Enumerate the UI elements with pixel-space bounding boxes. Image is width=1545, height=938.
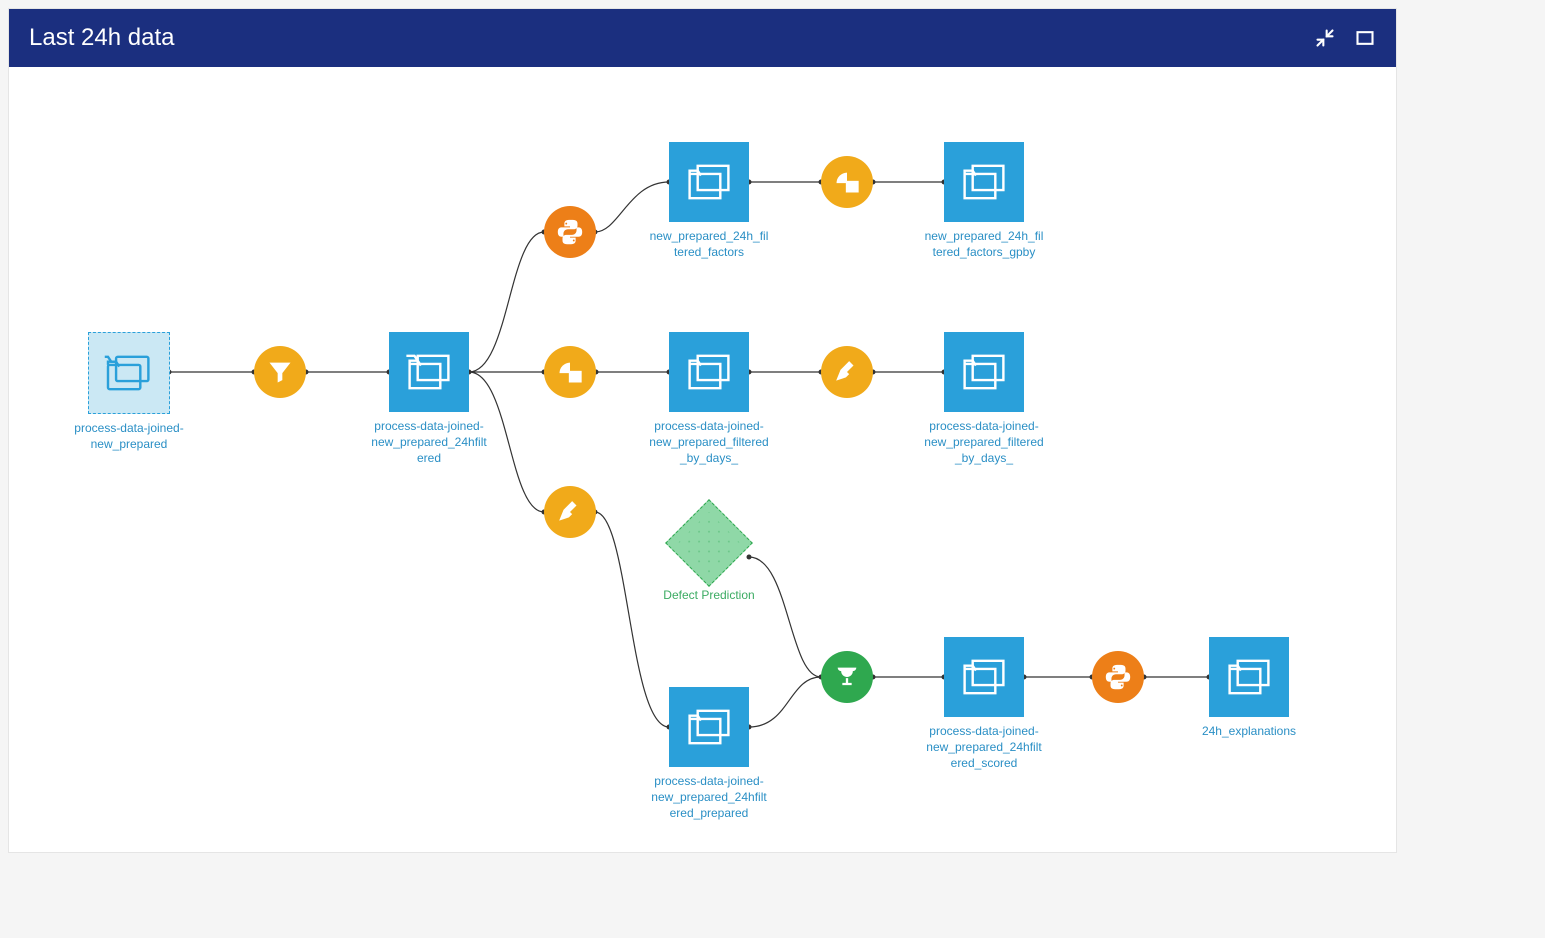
- recipe-group-1[interactable]: [821, 156, 873, 208]
- folder-icon: [669, 142, 749, 222]
- model-defect-prediction[interactable]: Defect Prediction: [649, 512, 769, 602]
- model-label: Defect Prediction: [663, 588, 754, 602]
- dataset-label: process-data-joined-new_prepared_24hfilt…: [924, 723, 1044, 772]
- recipe-group-2[interactable]: [544, 346, 596, 398]
- dataset-filtered-factors-gpby[interactable]: new_prepared_24h_filtered_factors_gpby: [924, 142, 1044, 260]
- folder-icon: [389, 332, 469, 412]
- folder-icon: [944, 637, 1024, 717]
- trophy-icon: [833, 663, 861, 691]
- titlebar-controls: [1314, 27, 1376, 49]
- group-icon: [833, 168, 861, 196]
- recipe-score[interactable]: [821, 651, 873, 703]
- maximize-icon[interactable]: [1354, 27, 1376, 49]
- recipe-prepare-1[interactable]: [821, 346, 873, 398]
- filter-icon: [266, 358, 294, 386]
- dataset-filtered-by-days-1[interactable]: process-data-joined-new_prepared_filtere…: [649, 332, 769, 467]
- folder-icon: [88, 332, 170, 414]
- dataset-label: process-data-joined-new_prepared_filtere…: [924, 418, 1044, 467]
- panel-titlebar: Last 24h data: [9, 9, 1396, 67]
- model-icon: [665, 499, 753, 587]
- folder-icon: [944, 142, 1024, 222]
- recipe-filter[interactable]: [254, 346, 306, 398]
- dataset-process-data-joined-new-prepared[interactable]: process-data-joined-new_prepared: [69, 332, 189, 452]
- dataset-filtered-by-days-2[interactable]: process-data-joined-new_prepared_filtere…: [924, 332, 1044, 467]
- recipe-python-1[interactable]: [544, 206, 596, 258]
- python-icon: [555, 217, 585, 247]
- dataset-24hfiltered-scored[interactable]: process-data-joined-new_prepared_24hfilt…: [924, 637, 1044, 772]
- python-icon: [1103, 662, 1133, 692]
- panel-title: Last 24h data: [29, 24, 1314, 52]
- folder-icon: [1209, 637, 1289, 717]
- dataset-24h-explanations[interactable]: 24h_explanations: [1189, 637, 1309, 739]
- folder-icon: [669, 687, 749, 767]
- recipe-python-2[interactable]: [1092, 651, 1144, 703]
- dataset-label: new_prepared_24h_filtered_factors: [649, 228, 769, 260]
- dataset-label: process-data-joined-new_prepared_filtere…: [649, 418, 769, 467]
- folder-icon: [944, 332, 1024, 412]
- broom-icon: [834, 359, 860, 385]
- dataset-filtered-factors[interactable]: new_prepared_24h_filtered_factors: [649, 142, 769, 260]
- folder-icon: [669, 332, 749, 412]
- flow-canvas[interactable]: process-data-joined-new_prepared process…: [9, 67, 1396, 852]
- dataset-label: process-data-joined-new_prepared_24hfilt…: [649, 773, 769, 822]
- dataset-label: process-data-joined-new_prepared_24hfilt…: [369, 418, 489, 467]
- broom-icon: [557, 499, 583, 525]
- dataset-label: process-data-joined-new_prepared: [69, 420, 189, 452]
- flow-panel: Last 24h data: [8, 8, 1397, 853]
- dataset-label: new_prepared_24h_filtered_factors_gpby: [924, 228, 1044, 260]
- group-icon: [556, 358, 584, 386]
- recipe-prepare-2[interactable]: [544, 486, 596, 538]
- dataset-24hfiltered-prepared[interactable]: process-data-joined-new_prepared_24hfilt…: [649, 687, 769, 822]
- collapse-icon[interactable]: [1314, 27, 1336, 49]
- dataset-24hfiltered[interactable]: process-data-joined-new_prepared_24hfilt…: [369, 332, 489, 467]
- dataset-label: 24h_explanations: [1202, 723, 1296, 739]
